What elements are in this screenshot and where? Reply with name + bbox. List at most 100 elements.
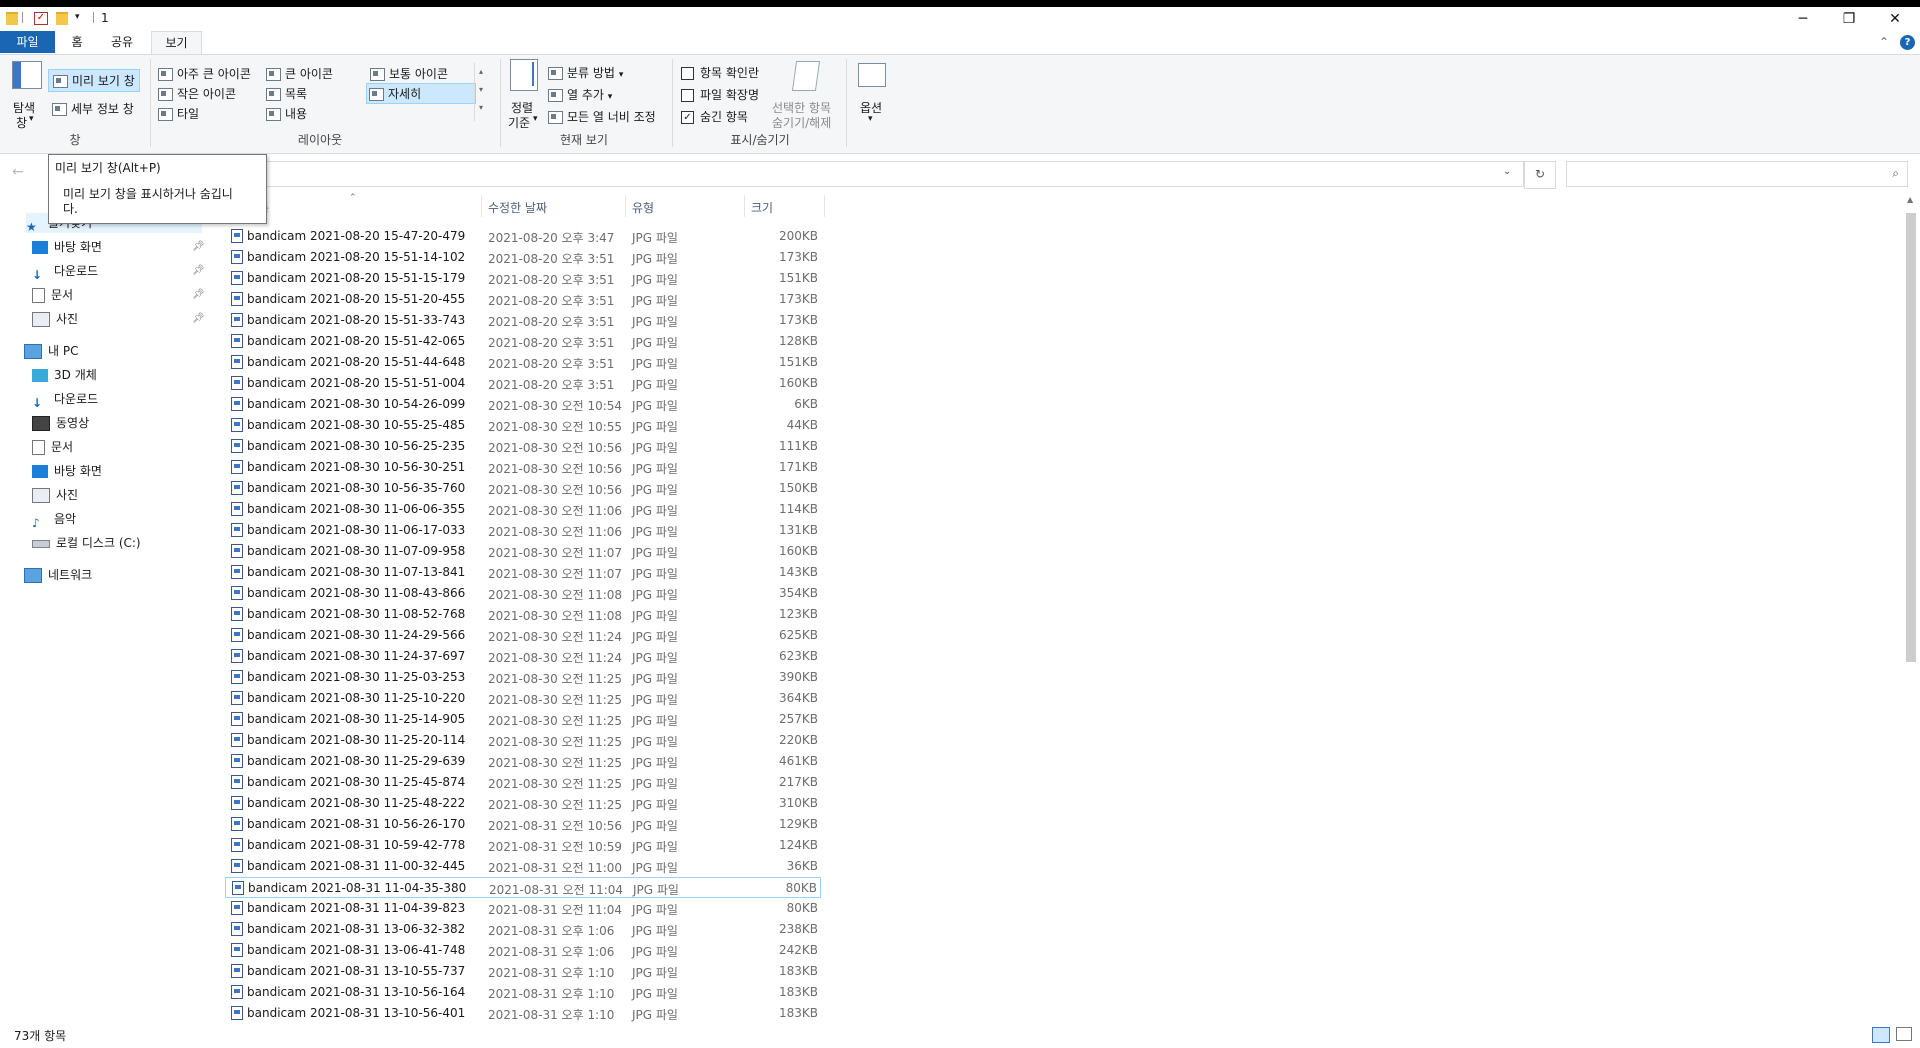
- file-row[interactable]: bandicam 2021-08-30 11-08-43-866 2021-08-…: [225, 583, 821, 604]
- column-divider[interactable]: [625, 195, 626, 217]
- chevron-down-icon[interactable]: ▾: [533, 114, 538, 124]
- file-row[interactable]: bandicam 2021-08-30 11-25-45-874 2021-08-…: [225, 772, 821, 793]
- sort-by-icon[interactable]: [510, 59, 538, 91]
- column-header-size[interactable]: 크기: [751, 199, 773, 216]
- layout-medium-icons[interactable]: 보통 아이콘: [370, 65, 448, 82]
- file-row[interactable]: bandicam 2021-08-30 11-08-52-768 2021-08-…: [225, 604, 821, 625]
- nav-pc-downloads[interactable]: ↓ 다운로드: [32, 389, 98, 410]
- file-row[interactable]: bandicam 2021-08-30 11-06-17-033 2021-08-…: [225, 520, 821, 541]
- pin-icon[interactable]: 📌︎: [192, 265, 205, 276]
- navigation-pane-icon[interactable]: [12, 61, 42, 89]
- file-row[interactable]: bandicam 2021-08-20 15-51-14-102 2021-08-…: [225, 247, 821, 268]
- file-row[interactable]: bandicam 2021-08-20 15-51-33-743 2021-08-…: [225, 310, 821, 331]
- chevron-down-icon[interactable]: ▾: [29, 114, 34, 124]
- hidden-items-toggle[interactable]: ✓ 숨긴 항목: [681, 108, 748, 125]
- file-row[interactable]: bandicam 2021-08-30 11-24-29-566 2021-08-…: [225, 625, 821, 646]
- file-row[interactable]: bandicam 2021-08-31 11-04-39-823 2021-08-…: [225, 898, 821, 919]
- nav-pc-music[interactable]: ♪ 음악: [32, 509, 76, 530]
- layout-small-icons[interactable]: 작은 아이콘: [158, 85, 236, 102]
- nav-pc-3d-objects[interactable]: 3D 개체: [32, 365, 97, 385]
- chevron-down-icon[interactable]: ⌄: [1503, 166, 1511, 177]
- file-row[interactable]: bandicam 2021-08-30 11-07-09-958 2021-08-…: [225, 541, 821, 562]
- file-extensions-toggle[interactable]: 파일 확장명: [681, 86, 759, 103]
- file-row[interactable]: bandicam 2021-08-20 15-51-44-648 2021-08-…: [225, 352, 821, 373]
- size-all-columns-button[interactable]: 모든 열 너비 조정: [548, 108, 656, 125]
- file-row[interactable]: bandicam 2021-08-31 13-06-41-748 2021-08-…: [225, 940, 821, 961]
- file-row[interactable]: bandicam 2021-08-30 11-24-37-697 2021-08-…: [225, 646, 821, 667]
- pin-icon[interactable]: 📌︎: [192, 313, 205, 324]
- address-input[interactable]: ⌄: [264, 161, 1524, 187]
- file-row[interactable]: bandicam 2021-08-20 15-51-51-004 2021-08-…: [225, 373, 821, 394]
- details-pane-button[interactable]: 세부 정보 창: [52, 100, 134, 117]
- new-folder-icon[interactable]: [56, 12, 68, 25]
- nav-pc-pictures[interactable]: 사진: [32, 485, 78, 505]
- file-row[interactable]: bandicam 2021-08-30 10-55-25-485 2021-08-…: [225, 415, 821, 436]
- file-row[interactable]: bandicam 2021-08-30 10-56-25-235 2021-08-…: [225, 436, 821, 457]
- file-row[interactable]: bandicam 2021-08-31 10-56-26-170 2021-08-…: [225, 814, 821, 835]
- tab-view[interactable]: 보기: [151, 31, 202, 54]
- layout-list[interactable]: 목록: [266, 85, 307, 102]
- minimize-button[interactable]: ─: [1780, 7, 1826, 31]
- column-header-type[interactable]: 유형: [632, 199, 654, 216]
- nav-quick-desktop[interactable]: 바탕 화면: [32, 237, 102, 257]
- file-row[interactable]: bandicam 2021-08-31 10-59-42-778 2021-08-…: [225, 835, 821, 856]
- tab-file[interactable]: 파일: [0, 31, 55, 53]
- back-arrow-icon[interactable]: ←: [12, 164, 24, 180]
- nav-pc-desktop[interactable]: 바탕 화면: [32, 461, 102, 481]
- restore-button[interactable]: ❐: [1826, 7, 1872, 31]
- file-row[interactable]: bandicam 2021-08-20 15-51-20-455 2021-08-…: [225, 289, 821, 310]
- collapse-ribbon-icon[interactable]: ⌃: [1876, 31, 1892, 53]
- nav-network[interactable]: 네트워크: [24, 565, 92, 585]
- nav-pc-documents[interactable]: 문서: [32, 437, 73, 457]
- column-divider[interactable]: [824, 195, 825, 217]
- file-row[interactable]: bandicam 2021-08-31 11-00-32-445 2021-08-…: [225, 856, 821, 877]
- pin-icon[interactable]: 📌︎: [192, 241, 205, 252]
- file-row[interactable]: bandicam 2021-08-20 15-51-15-179 2021-08-…: [225, 268, 821, 289]
- preview-pane-button[interactable]: 미리 보기 창: [48, 69, 140, 92]
- column-header-date[interactable]: 수정한 날짜: [488, 199, 547, 216]
- file-row[interactable]: bandicam 2021-08-30 11-06-06-355 2021-08-…: [225, 499, 821, 520]
- nav-this-pc[interactable]: 내 PC: [24, 341, 78, 361]
- file-row[interactable]: bandicam 2021-08-31 13-10-56-401 2021-08-…: [225, 1003, 821, 1024]
- file-row[interactable]: bandicam 2021-08-20 15-51-42-065 2021-08-…: [225, 331, 821, 352]
- nav-quick-documents[interactable]: 문서: [32, 285, 73, 305]
- details-view-icon[interactable]: [1872, 1027, 1890, 1043]
- file-row[interactable]: bandicam 2021-08-31 13-06-32-382 2021-08-…: [225, 919, 821, 940]
- scrollbar-thumb[interactable]: [1906, 213, 1916, 662]
- file-row[interactable]: bandicam 2021-08-30 11-07-13-841 2021-08-…: [225, 562, 821, 583]
- column-divider[interactable]: [744, 195, 745, 217]
- nav-pc-videos[interactable]: 동영상: [32, 413, 89, 433]
- file-row[interactable]: bandicam 2021-08-31 11-04-35-380 2021-08-…: [225, 877, 821, 898]
- help-icon[interactable]: ?: [1900, 35, 1915, 50]
- customize-quick-access-icon[interactable]: ▾: [75, 12, 87, 23]
- nav-pc-local-disk[interactable]: 로컬 디스크 (C:): [32, 533, 141, 553]
- properties-icon[interactable]: ✓: [34, 12, 48, 25]
- sort-by-button-label2[interactable]: 기준: [508, 114, 530, 131]
- file-row[interactable]: bandicam 2021-08-31 13-10-55-737 2021-08-…: [225, 961, 821, 982]
- file-row[interactable]: bandicam 2021-08-31 13-10-56-164 2021-08-…: [225, 982, 821, 1003]
- options-icon[interactable]: [858, 63, 886, 87]
- file-row[interactable]: bandicam 2021-08-30 11-25-03-253 2021-08-…: [225, 667, 821, 688]
- file-row[interactable]: bandicam 2021-08-30 10-54-26-099 2021-08-…: [225, 394, 821, 415]
- nav-quick-pictures[interactable]: 사진: [32, 309, 78, 329]
- file-row[interactable]: bandicam 2021-08-30 10-56-35-760 2021-08-…: [225, 478, 821, 499]
- file-row[interactable]: bandicam 2021-08-30 11-25-20-114 2021-08-…: [225, 730, 821, 751]
- file-row[interactable]: bandicam 2021-08-30 11-25-14-905 2021-08-…: [225, 709, 821, 730]
- nav-quick-downloads[interactable]: ↓ 다운로드: [32, 261, 98, 282]
- chevron-down-icon[interactable]: ▾: [868, 114, 873, 124]
- tab-share[interactable]: 공유: [104, 31, 140, 53]
- layout-details[interactable]: 자세히: [366, 83, 476, 104]
- layout-extra-large-icons[interactable]: 아주 큰 아이콘: [158, 65, 251, 82]
- file-row[interactable]: bandicam 2021-08-30 10-56-30-251 2021-08-…: [225, 457, 821, 478]
- file-row[interactable]: bandicam 2021-08-30 11-25-29-639 2021-08-…: [225, 751, 821, 772]
- pin-icon[interactable]: 📌︎: [192, 289, 205, 300]
- hide-selected-button-label2[interactable]: 숨기기/해제: [772, 114, 831, 131]
- layout-tiles[interactable]: 타일: [158, 105, 199, 122]
- item-checkboxes-toggle[interactable]: 항목 확인란: [681, 64, 759, 81]
- refresh-icon[interactable]: ↻: [1524, 161, 1556, 189]
- close-button[interactable]: ✕: [1872, 7, 1918, 31]
- navigation-pane-button-label2[interactable]: 창: [16, 114, 27, 131]
- layout-gallery-scroll[interactable]: ▴ ▾ ▾: [474, 63, 487, 121]
- file-row[interactable]: bandicam 2021-08-30 11-25-10-220 2021-08-…: [225, 688, 821, 709]
- column-divider[interactable]: [481, 195, 482, 217]
